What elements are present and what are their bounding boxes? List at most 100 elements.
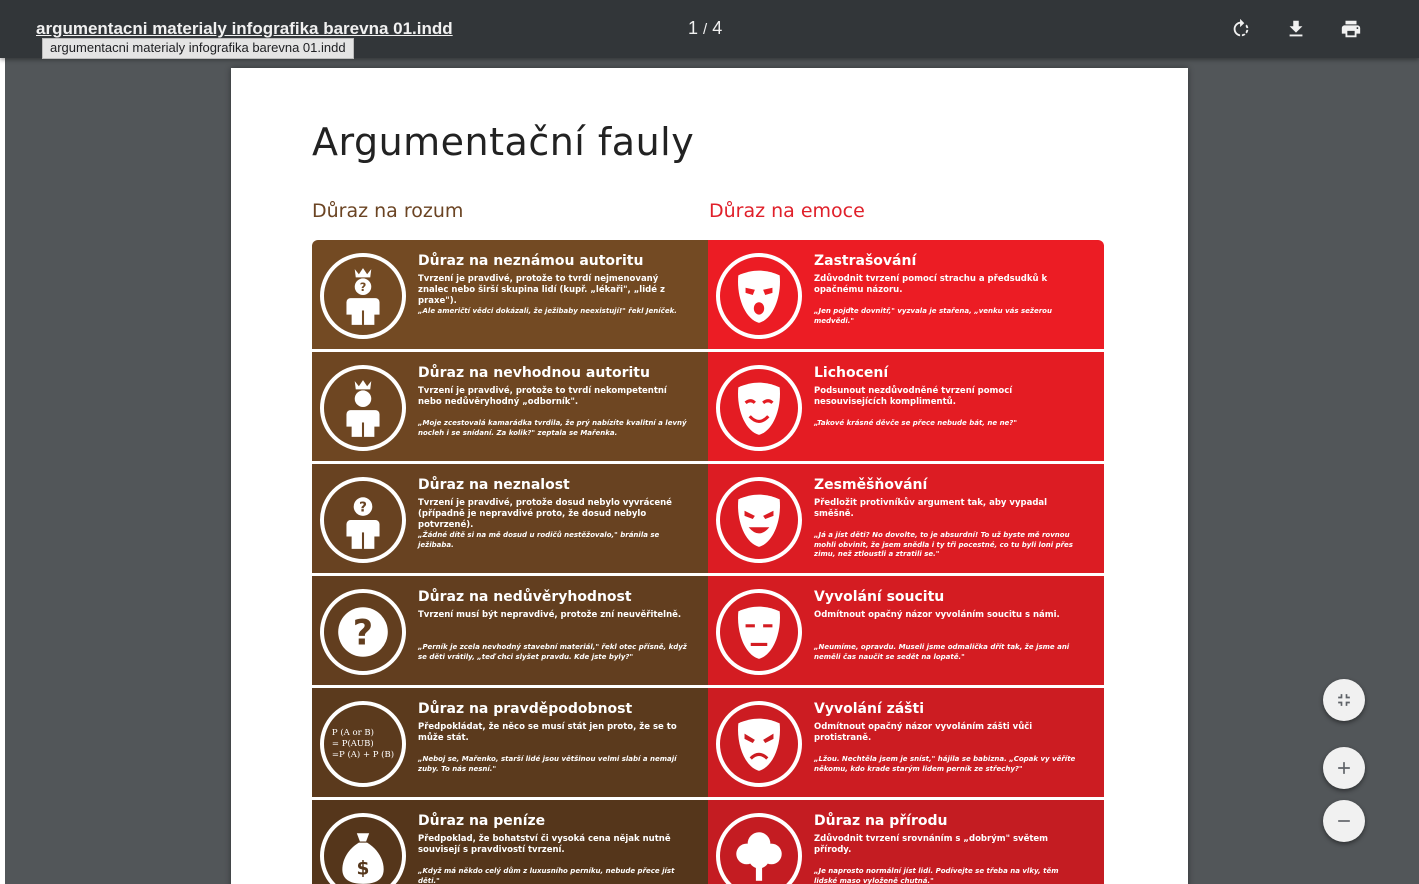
card-title: Důraz na neznámou autoritu — [418, 253, 644, 269]
formula-line: P (A or B) — [331, 727, 374, 738]
card-description: Odmítnout opačný názor vyvoláním soucitu… — [814, 610, 1060, 620]
pdf-page: Argumentační fauly Důraz na rozum Důraz … — [231, 68, 1188, 884]
card-title: Důraz na neznalost — [418, 477, 570, 493]
page-separator: / — [703, 21, 709, 38]
card-example: „Neboj se, Mařenko, starší lidé jsou vět… — [418, 755, 677, 773]
icon-ring: ? — [320, 589, 406, 675]
icon-ring — [716, 813, 802, 884]
card-flattery: Lichocení Podsunout nezdůvodněné tvrzení… — [708, 352, 1104, 463]
card-example: „Perník je zcela nevhodný stavební mater… — [418, 643, 687, 661]
mocking-mask-icon — [738, 494, 780, 547]
card-title: Důraz na nevhodnou autoritu — [418, 365, 650, 381]
card-description: Zdůvodnit tvrzení pomocí strachu a předs… — [814, 274, 1048, 295]
card-title: Důraz na nedůvěryhodnost — [418, 589, 632, 605]
card-example: „Žádné dítě si na mě dosud u rodičů nest… — [418, 531, 660, 549]
card-description: Předložit protivníkův argument tak, aby … — [814, 498, 1048, 519]
card-example: „Lžou. Nechtěla jsem je sníst," hájila s… — [814, 755, 1076, 773]
page-title: Argumentační fauly — [312, 120, 695, 164]
card-ignorance: ? Důraz na neznalost Tvrzení je pravdivé… — [312, 464, 708, 575]
card-description: Podsunout nezdůvodněné tvrzení pomocí ne… — [814, 386, 1013, 407]
card-unknown-authority: ? Důraz na neznámou autoritu Tvrzení je … — [312, 240, 708, 351]
rotate-button[interactable] — [1226, 14, 1256, 44]
fit-to-page-icon — [1338, 694, 1350, 706]
icon-ring — [716, 477, 802, 563]
icon-ring — [716, 701, 802, 787]
card-title: Důraz na peníze — [418, 813, 546, 829]
card-title: Lichocení — [814, 365, 889, 381]
icon-ring: ? — [320, 477, 406, 563]
card-incredulity: ? Důraz na nedůvěryhodnost Tvrzení musí … — [312, 576, 708, 687]
icon-ring: P (A or B) = P(AUB) =P (A) + P (B) — [320, 701, 406, 787]
card-title: Vyvolání zášti — [814, 701, 925, 717]
card-example: „Jen pojďte dovnitř," vyzvala je stařena… — [814, 307, 1052, 325]
document-title: argumentacni materialy infografika barev… — [36, 19, 453, 38]
icon-ring — [320, 365, 406, 451]
icon-ring: ? — [320, 253, 406, 339]
right-column-heading: Důraz na emoce — [709, 200, 865, 222]
page-total: 4 — [712, 18, 724, 38]
probability-formula-icon: P (A or B) = P(AUB) =P (A) + P (B) — [332, 728, 394, 761]
card-example: „Když má někdo celý dům z luxusního pern… — [418, 867, 675, 884]
card-description: Předpokládat, že něco se musí stát jen p… — [418, 722, 677, 743]
card-description: Zdůvodnit tvrzení srovnáním s „dobrým" s… — [814, 834, 1049, 855]
card-ridicule: Zesměšňování Předložit protivníkův argum… — [708, 464, 1104, 575]
formula-line: =P (A) + P (B) — [331, 749, 395, 760]
pdf-viewer[interactable]: Argumentační fauly Důraz na rozum Důraz … — [0, 58, 1419, 884]
svg-text:$: $ — [357, 859, 370, 880]
zoom-out-button[interactable] — [1323, 800, 1365, 842]
card-title: Zesměšňování — [814, 477, 928, 493]
card-title: Zastrašování — [814, 253, 917, 269]
card-probability: P (A or B) = P(AUB) =P (A) + P (B) Důraz… — [312, 688, 708, 799]
card-intimidation: Zastrašování Zdůvodnit tvrzení pomocí st… — [708, 240, 1104, 351]
zoom-in-icon — [1338, 762, 1350, 774]
card-example: „Takové krásné děvče se přece nebude bát… — [814, 419, 1018, 427]
card-nature: Důraz na přírodu Zdůvodnit tvrzení srovn… — [708, 800, 1104, 884]
card-title: Vyvolání soucitu — [814, 589, 945, 605]
formula-line: = P(AUB) — [331, 738, 374, 749]
icon-ring — [716, 365, 802, 451]
zoom-out-icon — [1338, 820, 1350, 822]
question-mark-icon: ? — [338, 607, 388, 657]
download-button[interactable] — [1281, 14, 1311, 44]
card-description: Odmítnout opačný názor vyvoláním zášti v… — [814, 722, 1033, 743]
page-indicator: 1/4 — [688, 18, 723, 39]
page-current[interactable]: 1 — [688, 18, 699, 38]
rotate-icon — [1233, 18, 1249, 37]
fit-to-page-button[interactable] — [1323, 679, 1365, 721]
card-description: Tvrzení je pravdivé, protože to tvrdí ne… — [418, 274, 665, 306]
svg-text:?: ? — [359, 501, 367, 516]
card-example: „Neumíme, opravdu. Museli jsme odmalička… — [814, 643, 1070, 661]
card-example: „Je naprosto normální jíst lidi. Podívej… — [814, 867, 1059, 884]
card-description: Tvrzení je pravdivé, protože dosud nebyl… — [418, 498, 672, 530]
svg-text:?: ? — [360, 280, 367, 294]
pdf-toolbar: argumentacni materialy infografika barev… — [0, 0, 1419, 59]
icon-ring — [716, 589, 802, 675]
angry-mask-icon — [738, 718, 780, 771]
card-title: Důraz na pravděpodobnost — [418, 701, 633, 717]
person-question-icon: ? — [346, 497, 380, 549]
print-icon — [1341, 20, 1361, 38]
icon-ring — [716, 253, 802, 339]
left-column-heading: Důraz na rozum — [312, 200, 464, 222]
card-money: $ Důraz na peníze Předpoklad, že bohatst… — [312, 800, 708, 884]
tree-icon — [736, 832, 782, 881]
crowned-person-icon — [346, 380, 380, 437]
card-description: Tvrzení musí být nepravdivé, protože zní… — [418, 610, 682, 620]
zoom-in-button[interactable] — [1323, 747, 1365, 789]
sad-mask-icon — [738, 606, 780, 659]
card-description: Tvrzení je pravdivé, protože to tvrdí ne… — [418, 386, 667, 407]
title-tooltip: argumentacni materialy infografika barev… — [42, 38, 354, 59]
card-inappropriate-authority: Důraz na nevhodnou autoritu Tvrzení je p… — [312, 352, 708, 463]
crowned-person-question-icon: ? — [346, 268, 380, 325]
smiling-mask-icon — [738, 382, 780, 435]
card-pity: Vyvolání soucitu Odmítnout opačný názor … — [708, 576, 1104, 687]
money-bag-icon: $ — [342, 833, 384, 884]
icon-ring: $ — [320, 813, 406, 884]
svg-text:?: ? — [353, 612, 373, 653]
card-spite: Vyvolání zášti Odmítnout opačný názor vy… — [708, 688, 1104, 799]
print-button[interactable] — [1336, 14, 1366, 44]
scared-mask-icon — [738, 270, 780, 323]
card-example: „Ale američtí vědci dokázali, že ježibab… — [418, 307, 677, 315]
card-example: „Moje zcestovalá kamarádka tvrdila, že p… — [418, 419, 687, 437]
download-icon — [1289, 20, 1303, 37]
